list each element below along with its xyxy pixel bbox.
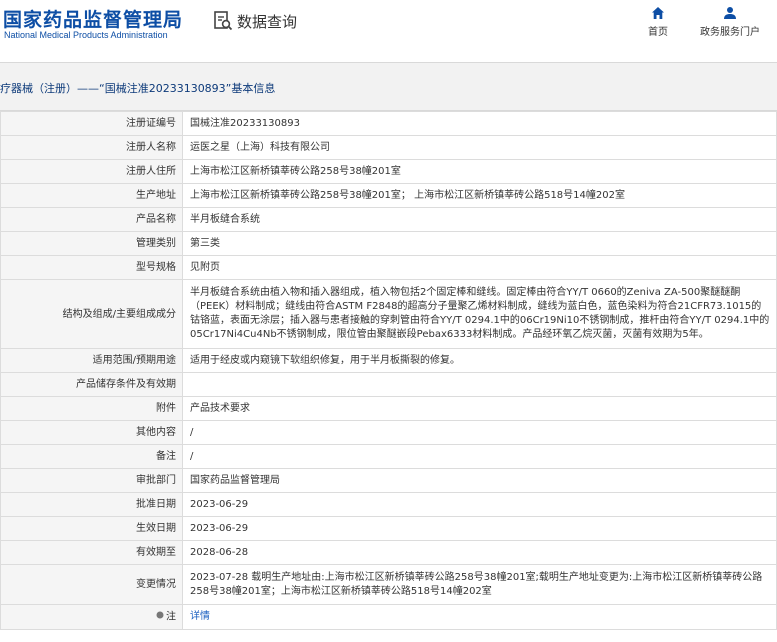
details-link[interactable]: 详情	[190, 611, 210, 622]
row-value: 国械注准20233130893	[182, 111, 777, 136]
table-row: 型号规格 见附页	[0, 255, 777, 280]
row-value: 半月板缝合系统由植入物和插入器组成，植入物包括2个固定棒和缝线。固定棒由符合YY…	[182, 279, 777, 349]
row-value	[182, 372, 777, 397]
row-value: 第三类	[182, 231, 777, 256]
table-row: 变更情况 2023-07-28 载明生产地址由:上海市松江区新桥镇莘砖公路258…	[0, 564, 777, 605]
row-value: 上海市松江区新桥镇莘砖公路258号38幢201室	[182, 159, 777, 184]
device-info-table: 注册证编号 国械注准20233130893 注册人名称 运医之星（上海）科技有限…	[0, 111, 777, 630]
table-row: 生效日期 2023-06-29	[0, 516, 777, 541]
row-value: 2023-07-28 载明生产地址由:上海市松江区新桥镇莘砖公路258号38幢2…	[182, 564, 777, 605]
row-label: 适用范围/预期用途	[0, 348, 183, 373]
table-row: 产品名称 半月板缝合系统	[0, 207, 777, 232]
row-label: 结构及组成/主要组成成分	[0, 279, 183, 349]
data-query-link[interactable]: 数据查询	[212, 10, 297, 32]
site-logo-title[interactable]: 国家药品监督管理局	[3, 5, 183, 32]
site-logo-subtitle: National Medical Products Administration	[4, 30, 168, 40]
table-row: 其他内容 /	[0, 420, 777, 445]
row-label: 产品储存条件及有效期	[0, 372, 183, 397]
row-value: 适用于经皮或内窥镜下软组织修复，用于半月板撕裂的修复。	[182, 348, 777, 373]
document-search-icon	[212, 10, 234, 32]
row-label-note: 注	[0, 604, 183, 630]
nav-home-label: 首页	[648, 27, 668, 38]
row-label: 生产地址	[0, 183, 183, 208]
row-label: 注	[166, 611, 176, 623]
home-icon	[648, 6, 668, 20]
row-value: 运医之星（上海）科技有限公司	[182, 135, 777, 160]
row-value: /	[182, 420, 777, 445]
table-row: 管理类别 第三类	[0, 231, 777, 256]
row-label: 管理类别	[0, 231, 183, 256]
table-row: 备注 /	[0, 444, 777, 469]
table-row: 适用范围/预期用途 适用于经皮或内窥镜下软组织修复，用于半月板撕裂的修复。	[0, 348, 777, 373]
row-value: 产品技术要求	[182, 396, 777, 421]
row-label: 备注	[0, 444, 183, 469]
row-value: 国家药品监督管理局	[182, 468, 777, 493]
user-icon	[700, 6, 760, 20]
row-value: 详情	[182, 604, 777, 630]
nav-service-portal-label: 政务服务门户	[700, 27, 760, 38]
row-label: 批准日期	[0, 492, 183, 517]
table-row: 注册人住所 上海市松江区新桥镇莘砖公路258号38幢201室	[0, 159, 777, 184]
nav-service-portal[interactable]: 政务服务门户	[700, 6, 760, 38]
row-label: 注册证编号	[0, 111, 183, 136]
row-label: 产品名称	[0, 207, 183, 232]
site-header: 国家药品监督管理局 National Medical Products Admi…	[0, 0, 777, 58]
row-label: 型号规格	[0, 255, 183, 280]
breadcrumb: 疗器械（注册）——“国械注准20233130893”基本信息	[0, 62, 777, 111]
row-value: 2023-06-29	[182, 516, 777, 541]
row-label: 有效期至	[0, 540, 183, 565]
row-label: 注册人名称	[0, 135, 183, 160]
row-value: 见附页	[182, 255, 777, 280]
row-value: /	[182, 444, 777, 469]
row-label: 生效日期	[0, 516, 183, 541]
data-query-label: 数据查询	[237, 12, 298, 31]
table-row: 结构及组成/主要组成成分 半月板缝合系统由植入物和插入器组成，植入物包括2个固定…	[0, 279, 777, 349]
table-row: 注册证编号 国械注准20233130893	[0, 111, 777, 136]
row-value: 2028-06-28	[182, 540, 777, 565]
row-label: 审批部门	[0, 468, 183, 493]
table-row: 注册人名称 运医之星（上海）科技有限公司	[0, 135, 777, 160]
row-value: 2023-06-29	[182, 492, 777, 517]
table-row: 审批部门 国家药品监督管理局	[0, 468, 777, 493]
table-row: 附件 产品技术要求	[0, 396, 777, 421]
table-row: 产品储存条件及有效期	[0, 372, 777, 397]
row-label: 其他内容	[0, 420, 183, 445]
table-row: 生产地址 上海市松江区新桥镇莘砖公路258号38幢201室； 上海市松江区新桥镇…	[0, 183, 777, 208]
row-value: 上海市松江区新桥镇莘砖公路258号38幢201室； 上海市松江区新桥镇莘砖公路5…	[182, 183, 777, 208]
row-label: 附件	[0, 396, 183, 421]
table-row: 注 详情	[0, 604, 777, 630]
nav-home[interactable]: 首页	[648, 6, 668, 38]
row-label: 变更情况	[0, 564, 183, 605]
row-label: 注册人住所	[0, 159, 183, 184]
breadcrumb-text: 疗器械（注册）——“国械注准20233130893”基本信息	[0, 82, 276, 95]
table-row: 有效期至 2028-06-28	[0, 540, 777, 565]
row-value: 半月板缝合系统	[182, 207, 777, 232]
table-row: 批准日期 2023-06-29	[0, 492, 777, 517]
info-dot-icon	[156, 609, 164, 624]
